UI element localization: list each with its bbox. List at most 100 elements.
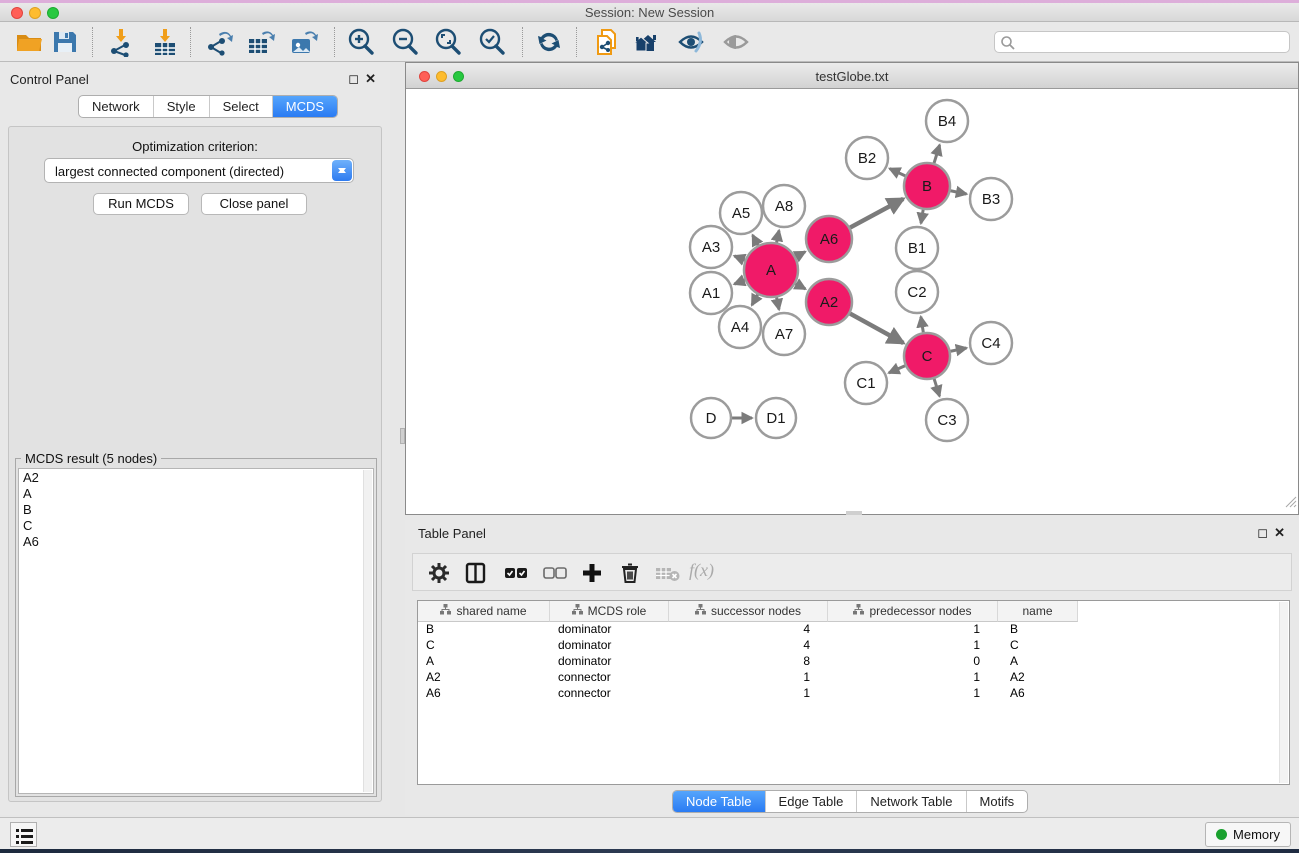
tab-motifs[interactable]: Motifs [966,791,1028,812]
table-row[interactable]: A6connector11A6 [418,686,1289,702]
column-header-shared-name[interactable]: shared name [418,601,550,622]
graph-edge-B-B2[interactable] [890,169,906,176]
refresh-icon[interactable] [534,27,564,57]
network-graph[interactable]: B4B2BB3A5A8A6A3B1AA1C2A2A4A7C4CC1C3DD1 [406,90,1298,515]
export-table-icon[interactable] [246,27,276,57]
graph-node-A4[interactable]: A4 [719,306,761,348]
graph-edge-A-A4[interactable] [752,295,758,305]
graph-edge-A2-C[interactable] [850,314,903,343]
close-panel-button[interactable]: Close panel [201,193,307,215]
graph-node-A3[interactable]: A3 [690,226,732,268]
open-session-icon[interactable] [14,27,44,57]
memory-button[interactable]: Memory [1205,822,1291,847]
show-hidden-icon[interactable] [721,27,751,57]
hide-selected-icon[interactable] [676,27,706,57]
graph-node-B2[interactable]: B2 [846,137,888,179]
table-scrollbar[interactable] [1279,602,1288,783]
close-table-panel-icon[interactable]: ✕ [1274,525,1291,540]
table-row[interactable]: Cdominator41C [418,638,1289,654]
graph-edge-C-C1[interactable] [889,366,905,373]
zoom-selected-icon[interactable] [477,27,507,57]
graph-node-A[interactable]: A [744,243,798,297]
column-header-predecessor-nodes[interactable]: predecessor nodes [828,601,998,622]
graph-edge-B-B3[interactable] [951,191,967,194]
tab-node-table[interactable]: Node Table [673,791,765,812]
graph-edge-A-A1[interactable] [734,280,745,284]
tab-network-table[interactable]: Network Table [856,791,965,812]
table-settings-gear-icon[interactable] [428,562,450,584]
resize-grip-icon[interactable] [1284,495,1297,513]
graph-node-B3[interactable]: B3 [970,178,1012,220]
tab-edge-table[interactable]: Edge Table [765,791,857,812]
network-canvas[interactable]: B4B2BB3A5A8A6A3B1AA1C2A2A4A7C4CC1C3DD1 [406,90,1298,514]
graph-edge-A-A6[interactable] [796,252,805,257]
tab-mcds[interactable]: MCDS [272,96,337,117]
clone-network-icon[interactable] [592,27,622,57]
delete-table-icon[interactable] [655,562,677,584]
result-list-item[interactable]: A2 [19,469,373,485]
add-column-icon[interactable] [581,562,603,584]
vertical-scroll-nub[interactable] [400,428,405,444]
export-image-icon[interactable] [289,27,319,57]
graph-edge-A-A3[interactable] [734,256,745,260]
zoom-fit-icon[interactable] [433,27,463,57]
result-list-item[interactable]: A6 [19,533,373,549]
graph-edge-B-B1[interactable] [921,210,923,224]
tab-select[interactable]: Select [209,96,272,117]
import-network-icon[interactable] [106,27,136,57]
network-window-title-bar[interactable]: testGlobe.txt [406,63,1298,89]
graph-edge-C-C2[interactable] [921,317,923,333]
graph-node-A5[interactable]: A5 [720,192,762,234]
result-list-item[interactable]: C [19,517,373,533]
search-field[interactable] [994,31,1290,53]
result-list-item[interactable]: A [19,485,373,501]
graph-node-A1[interactable]: A1 [690,272,732,314]
show-columns-icon[interactable] [465,562,487,584]
run-mcds-button[interactable]: Run MCDS [93,193,189,215]
graph-node-C[interactable]: C [904,333,950,379]
float-panel-icon[interactable]: ◻ [348,71,365,86]
graph-edge-A-A8[interactable] [777,230,779,242]
export-network-icon[interactable] [204,27,234,57]
graph-edge-B-B4[interactable] [934,145,940,163]
column-header-MCDS-role[interactable]: MCDS role [550,601,669,622]
column-header-name[interactable]: name [998,601,1078,622]
graph-edge-A6-B[interactable] [850,199,903,228]
tab-network[interactable]: Network [79,96,153,117]
select-all-rows-icon[interactable] [504,562,526,584]
optimization-criterion-dropdown[interactable]: largest connected component (directed) [44,158,354,183]
result-scrollbar[interactable] [363,470,372,792]
graph-node-B1[interactable]: B1 [896,227,938,269]
zoom-in-icon[interactable] [346,27,376,57]
graph-edge-A-A2[interactable] [796,284,806,289]
import-table-icon[interactable] [150,27,180,57]
horizontal-scroll-nub[interactable] [846,511,862,515]
graph-node-C3[interactable]: C3 [926,399,968,441]
graph-node-A2[interactable]: A2 [806,279,852,325]
graph-node-A7[interactable]: A7 [763,313,805,355]
table-row[interactable]: Bdominator41B [418,622,1289,638]
save-session-icon[interactable] [50,27,80,57]
graph-node-D[interactable]: D [691,398,731,438]
close-panel-icon[interactable]: ✕ [365,71,382,86]
mcds-result-list[interactable]: A2ABCA6 [18,468,374,794]
tab-style[interactable]: Style [153,96,209,117]
delete-column-icon[interactable] [619,562,641,584]
float-table-panel-icon[interactable]: ◻ [1257,525,1274,540]
table-row[interactable]: Adominator80A [418,654,1289,670]
graph-node-C1[interactable]: C1 [845,362,887,404]
graph-node-A8[interactable]: A8 [763,185,805,227]
zoom-out-icon[interactable] [390,27,420,57]
deselect-all-rows-icon[interactable] [543,562,565,584]
graph-node-C4[interactable]: C4 [970,322,1012,364]
graph-node-B4[interactable]: B4 [926,100,968,142]
search-input[interactable] [1019,33,1285,51]
task-history-button[interactable] [10,822,37,847]
graph-edge-C-C4[interactable] [951,348,967,351]
table-row[interactable]: A2connector11A2 [418,670,1289,686]
graph-edge-A-A7[interactable] [777,297,779,309]
graph-node-D1[interactable]: D1 [756,398,796,438]
graph-edge-A-A5[interactable] [753,235,758,245]
first-neighbors-icon[interactable] [633,27,663,57]
graph-edge-C-C3[interactable] [934,379,939,396]
